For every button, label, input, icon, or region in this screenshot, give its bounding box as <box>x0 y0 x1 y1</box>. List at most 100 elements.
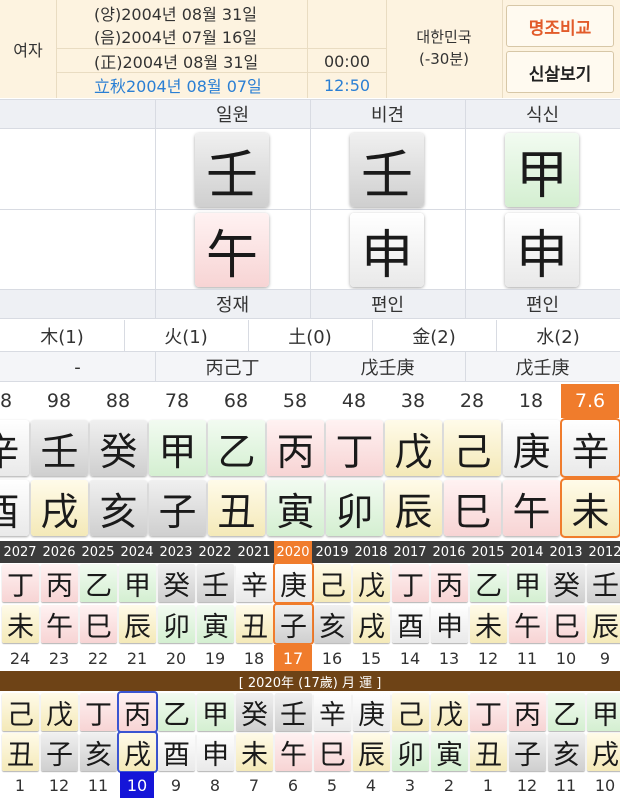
year-label[interactable]: 2021 <box>235 541 273 563</box>
seun-age[interactable]: 11 <box>508 645 546 671</box>
month-branch-char[interactable]: 亥 <box>80 733 117 771</box>
seun-age[interactable]: 23 <box>40 645 78 671</box>
month-branch-char[interactable]: 丑 <box>470 733 507 771</box>
compare-button[interactable]: 명조비교 <box>506 5 614 47</box>
year-label[interactable]: 2012 <box>586 541 620 563</box>
month-stem-char[interactable]: 戊 <box>41 693 78 731</box>
seun-age[interactable]: 21 <box>118 645 156 671</box>
seun-age[interactable]: 12 <box>469 645 507 671</box>
seun-branch-char[interactable]: 酉 <box>392 605 429 643</box>
month-number[interactable]: 8 <box>198 772 232 798</box>
pillar-stem-char[interactable]: 壬 <box>350 133 424 207</box>
year-label[interactable]: 2015 <box>469 541 507 563</box>
month-number[interactable]: 5 <box>315 772 349 798</box>
seun-stem-char[interactable]: 甲 <box>119 564 156 602</box>
month-branch-char[interactable]: 申 <box>197 733 234 771</box>
month-stem-char[interactable]: 壬 <box>275 693 312 731</box>
daewoon-stem-char[interactable]: 己 <box>444 420 501 476</box>
seun-branch-char[interactable]: 午 <box>41 605 78 643</box>
daewoon-age[interactable]: 48 <box>325 384 383 418</box>
seun-branch-char[interactable]: 未 <box>470 605 507 643</box>
month-number[interactable]: 1 <box>471 772 505 798</box>
month-stem-char[interactable]: 丙 <box>509 693 546 731</box>
month-number[interactable]: 12 <box>42 772 76 798</box>
seun-stem-char[interactable]: 戊 <box>353 564 390 602</box>
seun-stem-char[interactable]: 庚 <box>273 562 314 604</box>
daewoon-stem-char[interactable]: 丁 <box>326 420 383 476</box>
month-stem-char[interactable]: 甲 <box>587 693 620 731</box>
daewoon-age[interactable]: 98 <box>30 384 88 418</box>
seun-branch-char[interactable]: 寅 <box>197 605 234 643</box>
daewoon-stem-char[interactable]: 甲 <box>149 420 206 476</box>
month-number[interactable]: 2 <box>432 772 466 798</box>
daewoon-age[interactable]: 08 <box>0 384 29 418</box>
daewoon-stem-char[interactable]: 乙 <box>208 420 265 476</box>
month-number[interactable]: 11 <box>81 772 115 798</box>
month-number[interactable]: 1 <box>3 772 37 798</box>
month-branch-char[interactable]: 子 <box>41 733 78 771</box>
seun-stem-char[interactable]: 丙 <box>431 564 468 602</box>
sinsal-button[interactable]: 신살보기 <box>506 51 614 93</box>
month-number[interactable]: 11 <box>549 772 583 798</box>
month-branch-char[interactable]: 酉 <box>158 733 195 771</box>
seun-branch-char[interactable]: 未 <box>2 605 39 643</box>
daewoon-age[interactable]: 18 <box>502 384 560 418</box>
month-branch-char[interactable]: 卯 <box>392 733 429 771</box>
seun-age[interactable]: 19 <box>196 645 234 671</box>
month-branch-char[interactable]: 丑 <box>2 733 39 771</box>
daewoon-stem-char[interactable]: 癸 <box>90 420 147 476</box>
seun-stem-char[interactable]: 乙 <box>470 564 507 602</box>
seun-stem-char[interactable]: 己 <box>314 564 351 602</box>
daewoon-age[interactable]: 88 <box>89 384 147 418</box>
seun-age[interactable]: 24 <box>1 645 39 671</box>
month-stem-char[interactable]: 己 <box>2 693 39 731</box>
month-branch-char[interactable]: 巳 <box>314 733 351 771</box>
month-stem-char[interactable]: 丙 <box>117 691 158 733</box>
month-stem-char[interactable]: 乙 <box>548 693 585 731</box>
seun-stem-char[interactable]: 丁 <box>2 564 39 602</box>
seun-stem-char[interactable]: 丙 <box>41 564 78 602</box>
pillar-stem-char[interactable]: 壬 <box>195 133 269 207</box>
month-number[interactable]: 6 <box>276 772 310 798</box>
daewoon-branch-char[interactable]: 子 <box>149 480 206 536</box>
seun-stem-char[interactable]: 辛 <box>236 564 273 602</box>
daewoon-branch-char[interactable]: 卯 <box>326 480 383 536</box>
daewoon-age[interactable]: 7.6 <box>561 384 619 418</box>
year-label[interactable]: 2023 <box>157 541 195 563</box>
year-label[interactable]: 2014 <box>508 541 546 563</box>
seun-stem-char[interactable]: 甲 <box>509 564 546 602</box>
month-stem-char[interactable]: 乙 <box>158 693 195 731</box>
year-label[interactable]: 2013 <box>547 541 585 563</box>
seun-branch-char[interactable]: 丑 <box>236 605 273 643</box>
seun-branch-char[interactable]: 午 <box>509 605 546 643</box>
year-label[interactable]: 2016 <box>430 541 468 563</box>
seun-age[interactable]: 10 <box>547 645 585 671</box>
year-label[interactable]: 2018 <box>352 541 390 563</box>
month-branch-char[interactable]: 戌 <box>587 733 620 771</box>
seun-age[interactable]: 14 <box>391 645 429 671</box>
seun-age[interactable]: 13 <box>430 645 468 671</box>
daewoon-branch-char[interactable]: 辰 <box>385 480 442 536</box>
month-branch-char[interactable]: 辰 <box>353 733 390 771</box>
month-branch-char[interactable]: 子 <box>509 733 546 771</box>
seun-age[interactable]: 22 <box>79 645 117 671</box>
daewoon-branch-char[interactable]: 酉 <box>0 480 29 536</box>
month-branch-char[interactable]: 戌 <box>117 731 158 773</box>
seun-stem-char[interactable]: 癸 <box>158 564 195 602</box>
daewoon-branch-char[interactable]: 丑 <box>208 480 265 536</box>
pillar-branch-char[interactable]: 申 <box>350 213 424 287</box>
seun-branch-char[interactable]: 辰 <box>587 605 620 643</box>
month-number[interactable]: 7 <box>237 772 271 798</box>
daewoon-age[interactable]: 38 <box>384 384 442 418</box>
year-label[interactable]: 2024 <box>118 541 156 563</box>
month-number[interactable]: 3 <box>393 772 427 798</box>
daewoon-stem-char[interactable]: 丙 <box>267 420 324 476</box>
month-stem-char[interactable]: 己 <box>392 693 429 731</box>
daewoon-branch-char[interactable]: 亥 <box>90 480 147 536</box>
daewoon-age[interactable]: 28 <box>443 384 501 418</box>
daewoon-branch-char[interactable]: 寅 <box>267 480 324 536</box>
daewoon-branch-char[interactable]: 戌 <box>31 480 88 536</box>
year-label[interactable]: 2017 <box>391 541 429 563</box>
daewoon-stem-char[interactable]: 戊 <box>385 420 442 476</box>
month-stem-char[interactable]: 戊 <box>431 693 468 731</box>
